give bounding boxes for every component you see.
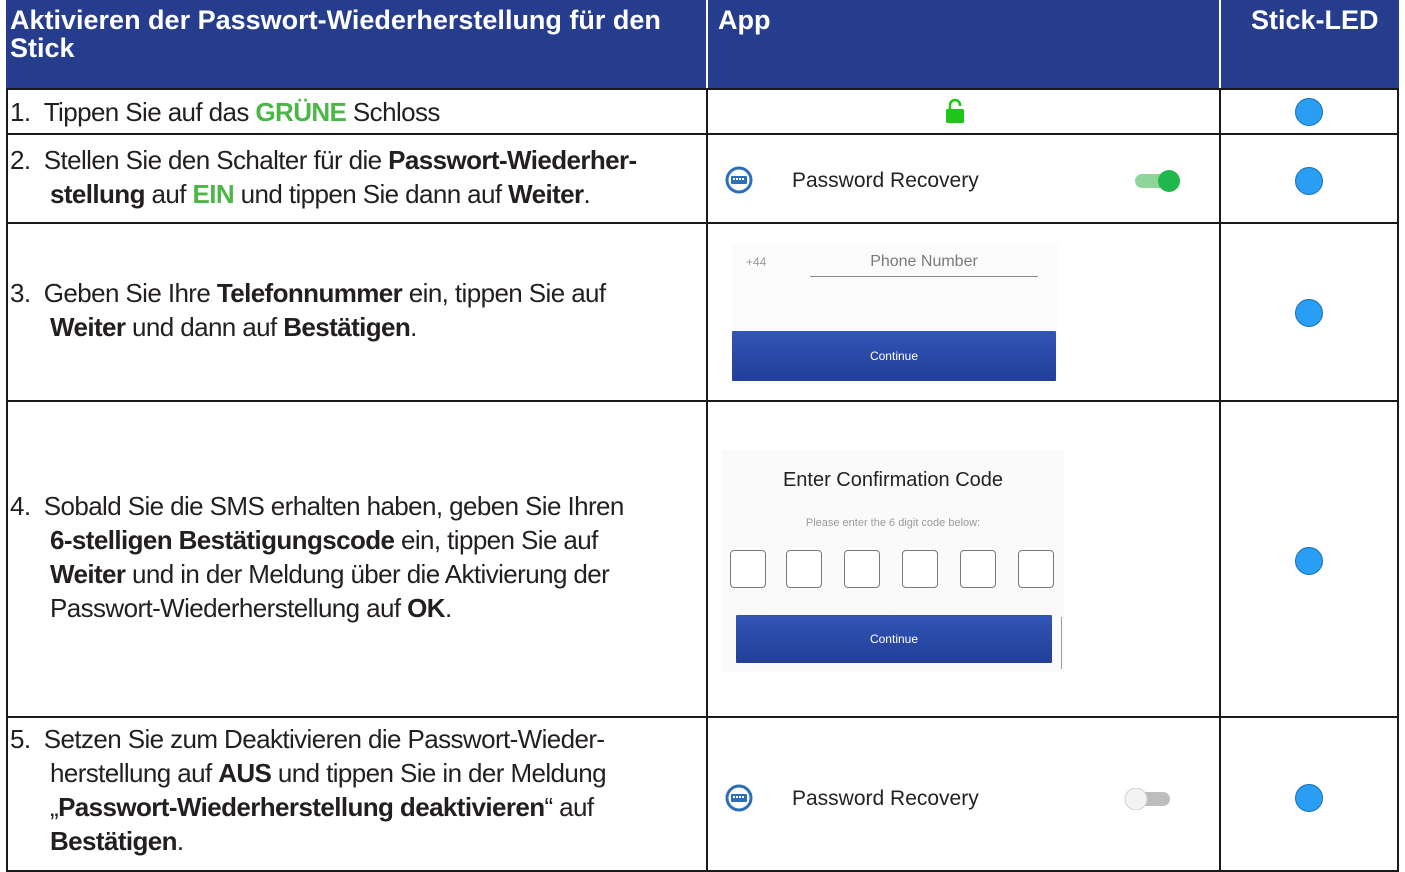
- row4-text-a: Sobald Sie die SMS erhalten haben, geben…: [43, 491, 625, 521]
- screenshot-edge: [1061, 617, 1062, 669]
- row3-text-e: und dann auf: [125, 312, 284, 342]
- row5-text-d: und tippen Sie in der Meldung: [271, 758, 607, 788]
- usb-stick-icon: [725, 166, 753, 194]
- row4-text-d: Weiter: [50, 559, 126, 589]
- header-col-led: Stick-LED: [1221, 0, 1399, 88]
- row3-text-d: Weiter: [50, 312, 126, 342]
- row2-step-cell: 2. Stellen Sie den Schalter für die Pass…: [6, 133, 708, 224]
- row2-text-b: Passwort-Wiederher-: [388, 145, 637, 175]
- row1-part3: Schloss: [346, 97, 440, 127]
- country-code: +44: [746, 255, 767, 269]
- led-blue-indicator: [1295, 98, 1323, 126]
- lock-icon[interactable]: [945, 98, 965, 124]
- row3-text-c: ein, tippen Sie auf: [402, 278, 606, 308]
- phone-entry-screenshot: +44 Phone Number Continue: [732, 244, 1058, 384]
- row5-text-g: “ auf: [544, 792, 594, 822]
- toggle-on-switch[interactable]: [1133, 170, 1183, 192]
- header-steps-line1: Aktivieren der Passwort-Wiederherstellun…: [10, 5, 661, 35]
- row5-text-f: Passwort-Wiederherstellung deaktivieren: [58, 792, 545, 822]
- row5-led-cell: [1219, 716, 1399, 872]
- continue-label: Continue: [869, 349, 919, 363]
- header-app-label: App: [718, 5, 771, 35]
- led-blue-indicator: [1295, 167, 1323, 195]
- row4-text-c: ein, tippen Sie auf: [394, 525, 598, 555]
- phone-number-input[interactable]: Phone Number: [810, 250, 1038, 277]
- row3-text: 3. Geben Sie Ihre Telefonnummer ein, tip…: [10, 276, 606, 344]
- row5-text-h: Bestätigen: [50, 826, 178, 856]
- row4-text-e: und in der Meldung über die Aktivierung …: [125, 559, 610, 589]
- row5-text: 5. Setzen Sie zum Deaktivieren die Passw…: [10, 722, 607, 858]
- code-digit-2[interactable]: [786, 550, 822, 588]
- row1-part1: Tippen Sie auf das: [43, 97, 256, 127]
- usb-stick-icon: [725, 784, 753, 812]
- row1-text: 1. Tippen Sie auf das GRÜNE Schloss: [10, 95, 440, 129]
- row2-text-f: Weiter: [508, 179, 584, 209]
- confirmation-code-screenshot: Enter Confirmation Code Please enter the…: [722, 450, 1064, 672]
- row4-text-h: .: [444, 593, 452, 623]
- row3-text-f: Bestätigen: [283, 312, 411, 342]
- continue-button[interactable]: Continue: [732, 331, 1056, 381]
- row2-num: 2.: [10, 145, 31, 175]
- row5-text-i: .: [176, 826, 184, 856]
- code-digit-3[interactable]: [844, 550, 880, 588]
- row4-num: 4.: [10, 491, 31, 521]
- led-blue-indicator: [1295, 547, 1323, 575]
- row3-text-b: Telefonnummer: [216, 278, 403, 308]
- confirmation-hint: Please enter the 6 digit code below:: [805, 517, 981, 529]
- phone-number-placeholder: Phone Number: [870, 253, 978, 270]
- row2-app-cell: Password Recovery: [706, 133, 1221, 224]
- toggle-off-switch[interactable]: [1122, 788, 1172, 810]
- row5-num: 5.: [10, 724, 31, 754]
- row4-led-cell: [1219, 400, 1399, 718]
- row4-text-f: Passwort-Wiederherstellung auf: [50, 593, 408, 623]
- row2-text: 2. Stellen Sie den Schalter für die Pass…: [10, 143, 637, 211]
- confirmation-title: Enter Confirmation Code: [782, 469, 1004, 491]
- row1-app-cell: [706, 88, 1221, 135]
- row1-step-cell: 1. Tippen Sie auf das GRÜNE Schloss: [6, 88, 708, 135]
- led-blue-indicator: [1295, 299, 1323, 327]
- row5-step-cell: 5. Setzen Sie zum Deaktivieren die Passw…: [6, 716, 708, 872]
- row4-text-b: 6-stelligen Bestätigungscode: [50, 525, 395, 555]
- row3-app-cell: +44 Phone Number Continue: [706, 222, 1221, 402]
- password-recovery-label: Password Recovery: [792, 169, 979, 192]
- continue-button[interactable]: Continue: [736, 615, 1052, 663]
- row1-green-word: GRÜNE: [255, 97, 347, 127]
- row2-text-g: .: [583, 179, 591, 209]
- row4-step-cell: 4. Sobald Sie die SMS erhalten haben, ge…: [6, 400, 708, 718]
- row4-app-cell: Enter Confirmation Code Please enter the…: [706, 400, 1221, 718]
- code-digit-6[interactable]: [1018, 550, 1054, 588]
- code-digit-5[interactable]: [960, 550, 996, 588]
- row5-text-b: herstellung auf: [50, 758, 219, 788]
- continue-label: Continue: [869, 632, 919, 646]
- led-blue-indicator: [1295, 784, 1323, 812]
- row2-text-c: stellung: [50, 179, 145, 209]
- header-led-label: Stick-LED: [1251, 5, 1379, 35]
- row1-num: 1.: [10, 97, 31, 127]
- row5-text-a: Setzen Sie zum Deaktivieren die Passwort…: [43, 724, 605, 754]
- instruction-table: Aktivieren der Passwort-Wiederherstellun…: [6, 0, 1399, 872]
- row5-app-cell: Password Recovery: [706, 716, 1221, 872]
- row5-text-e: „: [50, 792, 59, 822]
- password-recovery-label: Password Recovery: [792, 787, 979, 810]
- row3-text-g: .: [410, 312, 417, 342]
- row2-text-e: und tippen Sie dann auf: [234, 179, 509, 209]
- header-col-steps: Aktivieren der Passwort-Wiederherstellun…: [6, 0, 706, 88]
- row4-text: 4. Sobald Sie die SMS erhalten haben, ge…: [10, 489, 624, 625]
- code-digit-4[interactable]: [902, 550, 938, 588]
- row4-text-g: OK: [407, 593, 445, 623]
- header-steps-line2: Stick: [10, 33, 75, 63]
- row3-led-cell: [1219, 222, 1399, 402]
- row1-led-cell: [1219, 88, 1399, 135]
- row2-text-a: Stellen Sie den Schalter für die: [43, 145, 389, 175]
- header-col-app: App: [708, 0, 1219, 88]
- row5-text-c: AUS: [218, 758, 272, 788]
- row3-num: 3.: [10, 278, 31, 308]
- row2-text-d: auf: [144, 179, 193, 209]
- row3-text-a: Geben Sie Ihre: [43, 278, 217, 308]
- row2-led-cell: [1219, 133, 1399, 224]
- row2-green-word: EIN: [192, 179, 235, 209]
- row3-step-cell: 3. Geben Sie Ihre Telefonnummer ein, tip…: [6, 222, 708, 402]
- code-digit-1[interactable]: [730, 550, 766, 588]
